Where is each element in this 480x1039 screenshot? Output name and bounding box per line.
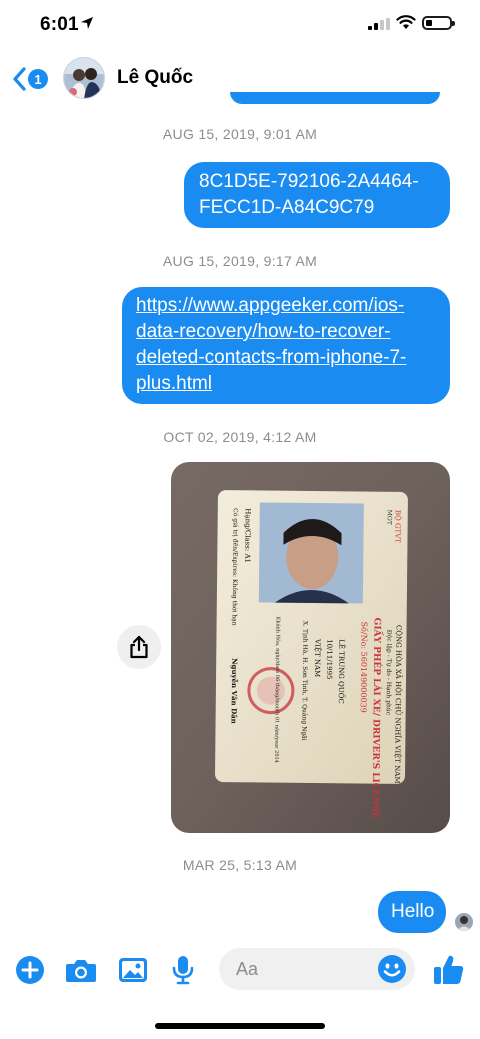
message-link[interactable]: https://www.appgeeker.com/ios- data-reco… xyxy=(136,293,450,397)
status-bar: 6:01 xyxy=(0,0,480,50)
message-line: Hello xyxy=(391,901,435,922)
composer: Aa xyxy=(0,945,480,995)
timestamp: MAR 25, 5:13 AM xyxy=(182,857,298,873)
battery-icon xyxy=(422,16,455,30)
message-line: FECC1D-A84C9C79 xyxy=(199,197,375,218)
card-validity: Có giá trị đến/Expires: Không thời hạn xyxy=(231,508,239,626)
location-arrow-icon xyxy=(81,17,93,29)
home-indicator xyxy=(155,1023,325,1029)
card-address: X. Tịnh Hà, H. Sơn Tịnh, T. Quảng Ngãi xyxy=(300,621,308,741)
photo-message[interactable]: BỘ GTVT MOT CỘNG HÒA XÃ HỘI CHỦ NGHĨA VI… xyxy=(171,462,450,833)
emoji-button[interactable] xyxy=(377,954,407,984)
thumbs-up-icon xyxy=(434,955,464,984)
back-button[interactable]: 1 xyxy=(12,64,52,94)
message-bubble-hello[interactable]: Hello xyxy=(378,891,446,933)
timestamp: AUG 15, 2019, 9:17 AM xyxy=(162,253,318,269)
message-bubble-code[interactable]: 8C1D5E-792106-2A4464- FECC1D-A84C9C79 xyxy=(184,162,450,228)
share-button[interactable] xyxy=(117,625,161,669)
timestamp: OCT 02, 2019, 4:12 AM xyxy=(163,429,317,445)
link-line: plus.html xyxy=(136,373,213,394)
timestamp: AUG 15, 2019, 9:01 AM xyxy=(162,126,318,142)
camera-icon xyxy=(66,960,96,982)
link-line: https://www.appgeeker.com/ios- xyxy=(136,295,405,316)
previous-message-bubble[interactable] xyxy=(230,92,440,104)
wifi-icon xyxy=(396,15,416,29)
plus-icon xyxy=(16,956,44,984)
card-number: Số/No: 560149000039 xyxy=(359,621,369,712)
card-name: LÊ TRUNG QUỐC xyxy=(337,639,348,704)
message-input[interactable]: Aa xyxy=(219,948,415,990)
share-icon xyxy=(130,635,148,659)
gallery-button[interactable] xyxy=(116,953,150,987)
voice-button[interactable] xyxy=(166,953,200,987)
card-issuer: Nguyễn Văn Dân xyxy=(230,658,240,724)
like-button[interactable] xyxy=(432,953,466,987)
seen-avatar xyxy=(455,913,473,931)
contact-name[interactable]: Lê Quốc xyxy=(117,67,193,89)
message-input-placeholder: Aa xyxy=(236,959,259,979)
camera-button[interactable] xyxy=(64,953,98,987)
signal-icon xyxy=(368,18,390,30)
card-ministry: BỘ GTVT xyxy=(393,510,402,544)
avatar[interactable] xyxy=(63,57,105,99)
card-dob: 10/11/1995 xyxy=(325,639,333,679)
emoji-icon xyxy=(378,955,406,983)
unread-badge: 1 xyxy=(28,69,48,89)
microphone-icon xyxy=(172,956,194,985)
message-line: 8C1D5E-792106-2A4464- xyxy=(199,171,419,192)
status-time: 6:01 xyxy=(40,14,79,35)
card-class: Hạng/Class: A1 xyxy=(243,508,252,563)
image-icon xyxy=(119,958,147,982)
message-bubble-link: https://www.appgeeker.com/ios- data-reco… xyxy=(122,287,450,404)
link-line: deleted-contacts-from-iphone-7- xyxy=(136,347,407,368)
card-motto: Độc lập - Tự do - Hạnh phúc xyxy=(385,630,393,716)
card-ministry-en: MOT xyxy=(386,510,393,525)
more-actions-button[interactable] xyxy=(13,953,47,987)
card-nationality: VIỆT NAM xyxy=(313,638,322,677)
link-line: data-recovery/how-to-recover- xyxy=(136,321,391,342)
back-chevron-icon xyxy=(13,67,26,91)
